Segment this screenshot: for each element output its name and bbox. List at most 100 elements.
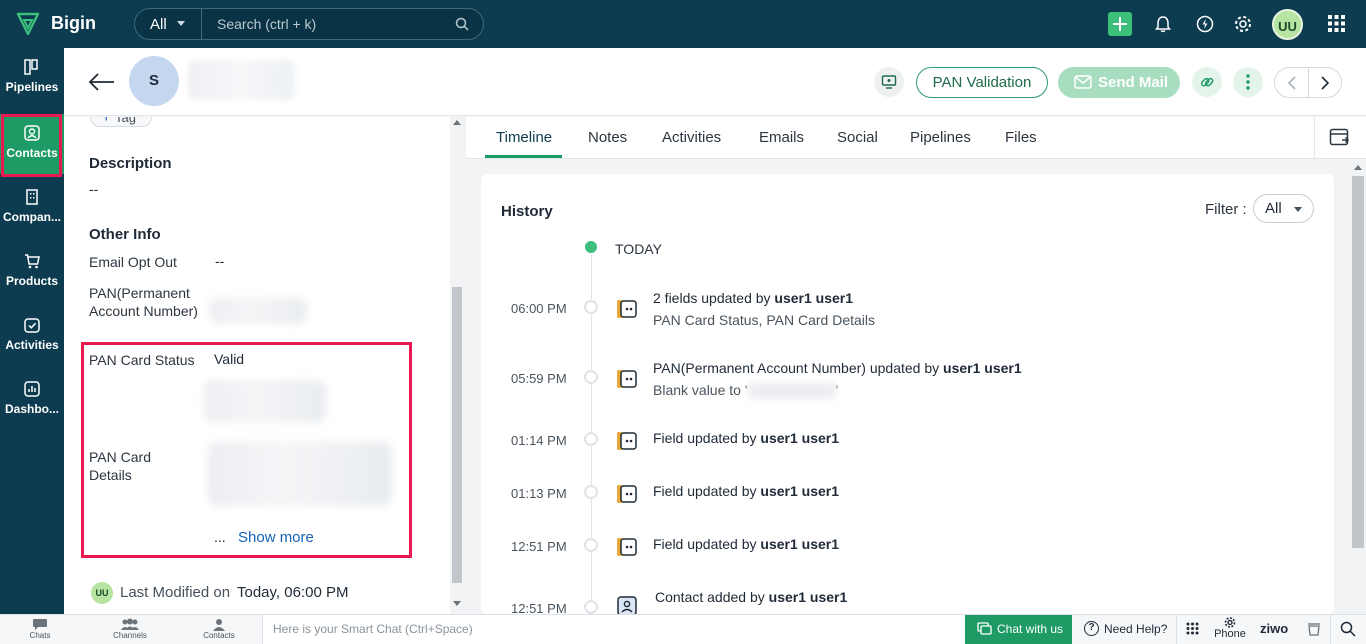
tab-files[interactable]: Files: [1005, 129, 1037, 146]
ziwo-logo[interactable]: ziwo: [1260, 621, 1288, 636]
notification-tray-icon[interactable]: [1306, 621, 1322, 637]
bell-icon[interactable]: [1153, 14, 1173, 34]
last-modified-label: Last Modified on: [120, 584, 231, 601]
phone-gear-icon: [1224, 617, 1236, 628]
entry-sub: Blank value to ' ': [653, 382, 839, 400]
entry-text: Contact added by user1 user1: [655, 589, 848, 605]
back-arrow-icon[interactable]: [88, 72, 116, 92]
companies-icon: [26, 189, 38, 205]
description-value: --: [89, 181, 99, 197]
customize-tabs-icon[interactable]: [1329, 128, 1351, 148]
history-filter-select[interactable]: All: [1253, 194, 1314, 223]
quick-create-button[interactable]: [1108, 12, 1132, 36]
search-scope-select[interactable]: All: [135, 9, 202, 39]
today-marker: [585, 241, 597, 253]
mail-icon: [1074, 75, 1092, 89]
apps-grid-icon[interactable]: [1328, 15, 1345, 32]
record-tabs: Timeline Notes Activities Emails Social …: [466, 117, 1366, 159]
pan-label: PAN(Permanent Account Number): [89, 285, 198, 319]
scroll-up-icon[interactable]: [453, 120, 461, 125]
filter-label: Filter :: [1205, 201, 1247, 218]
channels-icon: [121, 618, 139, 630]
nav-item-dashboards[interactable]: Dashbo...: [0, 370, 64, 430]
nav-item-label: Pipelines: [5, 80, 59, 94]
last-modified-value: Today, 06:00 PM: [237, 584, 349, 601]
person-icon: [213, 619, 225, 631]
timeline-dot: [584, 485, 598, 499]
today-label: TODAY: [615, 241, 662, 257]
nav-item-activities[interactable]: Activities: [0, 306, 64, 366]
search-input[interactable]: Search (ctrl + k): [217, 16, 316, 32]
link-button[interactable]: [1192, 67, 1222, 97]
scrollbar-thumb[interactable]: [1352, 176, 1364, 548]
send-mail-button[interactable]: Send Mail: [1058, 67, 1180, 98]
scroll-up-icon[interactable]: [1354, 165, 1362, 170]
nav-item-label: Compan...: [2, 210, 61, 224]
timeline-scrollbar[interactable]: [1350, 160, 1366, 614]
scrollbar-thumb[interactable]: [452, 287, 462, 583]
tab-timeline[interactable]: Timeline: [496, 129, 552, 146]
entry-sub: PAN Card Status, PAN Card Details: [653, 312, 876, 328]
send-mail-label: Send Mail: [1098, 74, 1169, 91]
tab-emails[interactable]: Emails: [759, 129, 804, 146]
history-title: History: [501, 203, 553, 220]
more-options-button[interactable]: [1233, 67, 1263, 97]
timeline-dot: [584, 432, 598, 446]
phone-button[interactable]: Phone: [1210, 617, 1250, 640]
pan-validation-button[interactable]: PAN Validation: [916, 67, 1048, 98]
nav-item-pipelines[interactable]: Pipelines: [0, 48, 64, 108]
field-update-icon: [617, 485, 637, 503]
nav-item-companies[interactable]: Compan...: [0, 178, 64, 238]
chat-icon: [977, 622, 992, 635]
entry-text: Field updated by user1 user1: [653, 430, 840, 446]
channels-button[interactable]: Channels: [100, 617, 160, 640]
screen-share-button[interactable]: [874, 67, 904, 97]
need-help-button[interactable]: ? Need Help?: [1080, 615, 1174, 644]
tab-activities[interactable]: Activities: [662, 129, 721, 146]
search-icon[interactable]: [455, 17, 469, 31]
pipelines-icon: [24, 59, 38, 75]
entry-text: 2 fields updated by user1 user1: [653, 290, 854, 306]
dialpad-icon[interactable]: [1186, 622, 1199, 635]
contacts-highlight-box: [1, 114, 62, 177]
modified-by-avatar: UU: [91, 582, 113, 604]
description-title: Description: [89, 155, 172, 172]
entry-user: user1 user1: [943, 360, 1022, 376]
bottom-bar: Chats Channels Contacts Here is your Sma…: [0, 614, 1366, 644]
top-bar: Bigin All Search (ctrl + k) UU: [0, 0, 1366, 48]
scroll-down-icon[interactable]: [453, 601, 461, 606]
gear-icon[interactable]: [1233, 14, 1253, 34]
entry-time: 05:59 PM: [511, 371, 567, 386]
tab-notes[interactable]: Notes: [588, 129, 627, 146]
activity-feed-icon[interactable]: [1195, 14, 1215, 34]
contacts-bottom-button[interactable]: Contacts: [189, 617, 249, 640]
other-info-title: Other Info: [89, 226, 161, 243]
user-avatar[interactable]: UU: [1272, 9, 1303, 40]
details-scrollbar[interactable]: [450, 117, 464, 614]
smart-chat-input[interactable]: Here is your Smart Chat (Ctrl+Space): [262, 615, 965, 644]
timeline-dot: [584, 600, 598, 614]
chat-with-us-button[interactable]: Chat with us: [965, 615, 1072, 644]
add-tag-button[interactable]: Tag: [90, 117, 152, 127]
dashboards-icon: [24, 381, 40, 397]
show-more-ellipsis: ...: [214, 529, 226, 545]
nav-item-products[interactable]: Products: [0, 242, 64, 302]
entry-text: PAN(Permanent Account Number) updated by…: [653, 360, 1022, 376]
entry-user: user1 user1: [774, 290, 854, 306]
bigin-logo-icon[interactable]: [16, 11, 40, 37]
filter-value: All: [1265, 200, 1282, 217]
app-name: Bigin: [51, 13, 96, 33]
search-icon[interactable]: [1340, 621, 1356, 637]
field-update-icon: [617, 432, 637, 450]
tab-social[interactable]: Social: [837, 129, 878, 146]
nav-item-label: Dashbo...: [4, 402, 59, 416]
entry-time: 12:51 PM: [511, 539, 567, 554]
tab-pipelines[interactable]: Pipelines: [910, 129, 971, 146]
chats-button[interactable]: Chats: [10, 617, 70, 640]
show-more-link[interactable]: Show more: [238, 529, 314, 546]
global-search[interactable]: All Search (ctrl + k): [134, 8, 484, 40]
chevron-right-icon[interactable]: [1320, 76, 1330, 90]
contact-avatar: S: [129, 56, 179, 106]
entry-time: 06:00 PM: [511, 301, 567, 316]
chevron-left-icon[interactable]: [1287, 76, 1297, 90]
